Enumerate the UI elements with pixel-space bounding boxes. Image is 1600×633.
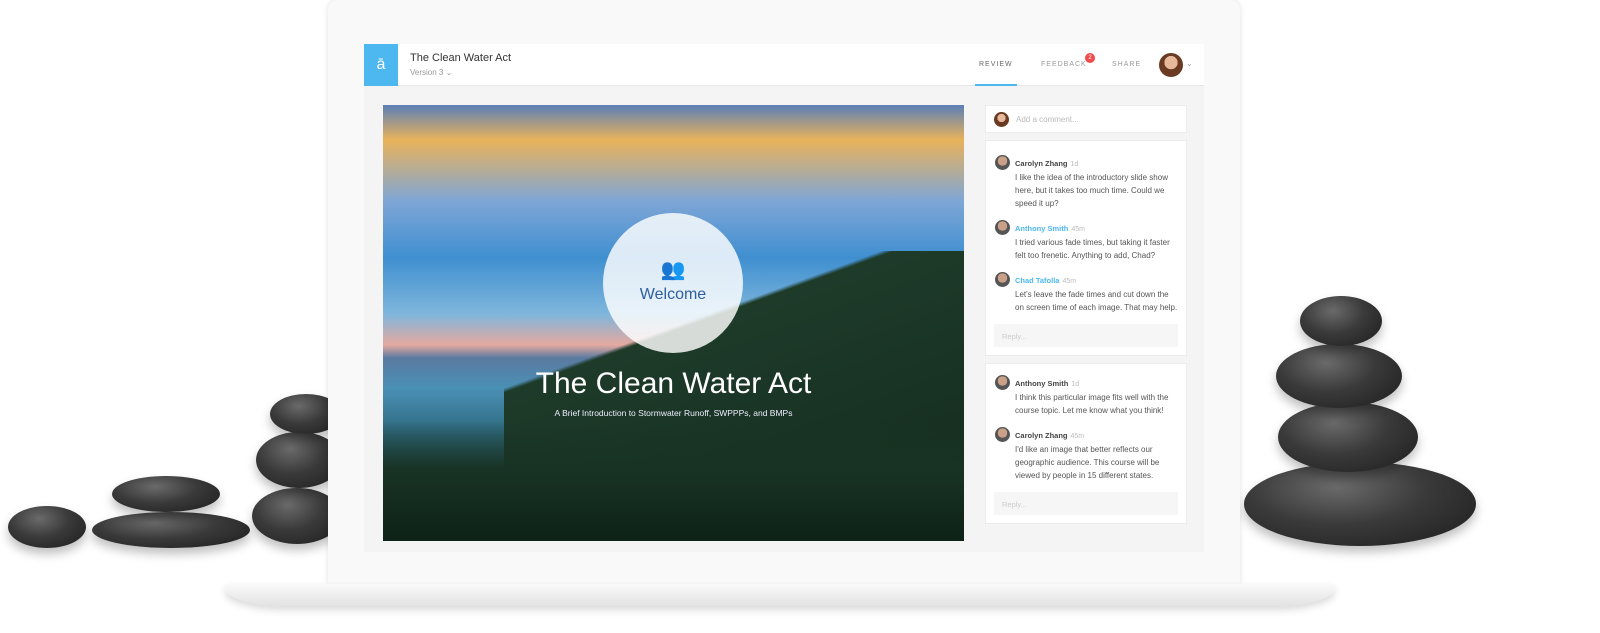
- header: ā The Clean Water Act Version 3 ⌄ REVIEW…: [364, 44, 1204, 86]
- user-avatar: [994, 112, 1009, 127]
- comment-thread: Carolyn Zhang 1d I like the idea of the i…: [985, 140, 1187, 356]
- slide-subtitle: A Brief Introduction to Stormwater Runof…: [554, 408, 793, 418]
- comment: Anthony Smith 1d I think this particular …: [986, 373, 1186, 417]
- comment: Carolyn Zhang 1d I like the idea of the i…: [986, 153, 1186, 210]
- stone: [1300, 296, 1382, 346]
- welcome-badge[interactable]: 👥 Welcome: [603, 213, 743, 353]
- comment-time: 45m: [1071, 226, 1085, 233]
- stone: [92, 512, 250, 548]
- project-title: The Clean Water Act: [410, 52, 512, 64]
- comment-author: Chad Tafolla: [1015, 276, 1060, 285]
- reply-input[interactable]: Reply...: [994, 324, 1178, 347]
- active-tab-indicator: [975, 84, 1017, 86]
- comment-time: 45m: [1062, 278, 1077, 285]
- tab-feedback[interactable]: FEEDBACK: [1041, 61, 1087, 68]
- comment-author: Anthony Smith: [1015, 224, 1069, 233]
- welcome-label: Welcome: [639, 286, 707, 303]
- comment: Anthony Smith 45m I tried various fade ti…: [986, 218, 1186, 262]
- version-dropdown[interactable]: Version 3 ⌄: [410, 68, 452, 77]
- user-menu-caret[interactable]: ⌄: [1186, 59, 1193, 68]
- add-comment-placeholder: Add a comment...: [1016, 115, 1079, 124]
- avatar: [995, 155, 1010, 170]
- comment-time: 45m: [1070, 433, 1085, 440]
- stone: [1278, 402, 1418, 472]
- comment-time: 1d: [1071, 381, 1080, 388]
- stone: [1244, 462, 1476, 546]
- comment-author: Carolyn Zhang: [1015, 159, 1068, 168]
- comment-time: 1d: [1070, 161, 1079, 168]
- add-comment-input[interactable]: Add a comment...: [985, 105, 1187, 133]
- avatar: [995, 375, 1010, 390]
- comment-text: I like the idea of the introductory slid…: [1015, 173, 1168, 208]
- avatar: [995, 220, 1010, 235]
- comment-text: I tried various fade times, but taking i…: [1015, 238, 1170, 260]
- avatar: [995, 427, 1010, 442]
- stone: [1276, 344, 1402, 408]
- tab-share[interactable]: SHARE: [1112, 61, 1141, 68]
- stone: [112, 476, 220, 512]
- comment: Chad Tafolla 45m Let's leave the fade tim…: [986, 270, 1186, 314]
- comment-thread: Anthony Smith 1d I think this particular …: [985, 363, 1187, 524]
- comment: Carolyn Zhang 45m I'd like an image that …: [986, 425, 1186, 482]
- comment-text: I think this particular image fits well …: [1015, 393, 1169, 415]
- comment-text: I'd like an image that better reflects o…: [1015, 445, 1160, 480]
- comment-author: Carolyn Zhang: [1015, 431, 1068, 440]
- feedback-badge: 2: [1085, 53, 1095, 63]
- stone: [8, 506, 86, 548]
- review-app: ā The Clean Water Act Version 3 ⌄ REVIEW…: [364, 44, 1204, 552]
- group-icon: 👥: [660, 259, 686, 281]
- comment-text: Let's leave the fade times and cut down …: [1015, 290, 1178, 312]
- forest-image: [383, 421, 964, 541]
- laptop-base: [225, 584, 1335, 606]
- slide-title: The Clean Water Act: [535, 367, 812, 400]
- comment-author: Anthony Smith: [1015, 379, 1069, 388]
- slide-preview: 👥 Welcome The Clean Water Act A Brief In…: [383, 105, 964, 541]
- logo[interactable]: ā: [364, 44, 398, 86]
- tab-review[interactable]: REVIEW: [979, 61, 1013, 68]
- comments-sidebar: Add a comment... Carolyn Zhang 1d I like …: [985, 105, 1187, 531]
- reply-input[interactable]: Reply...: [994, 492, 1178, 515]
- avatar: [995, 272, 1010, 287]
- user-avatar[interactable]: [1159, 53, 1183, 77]
